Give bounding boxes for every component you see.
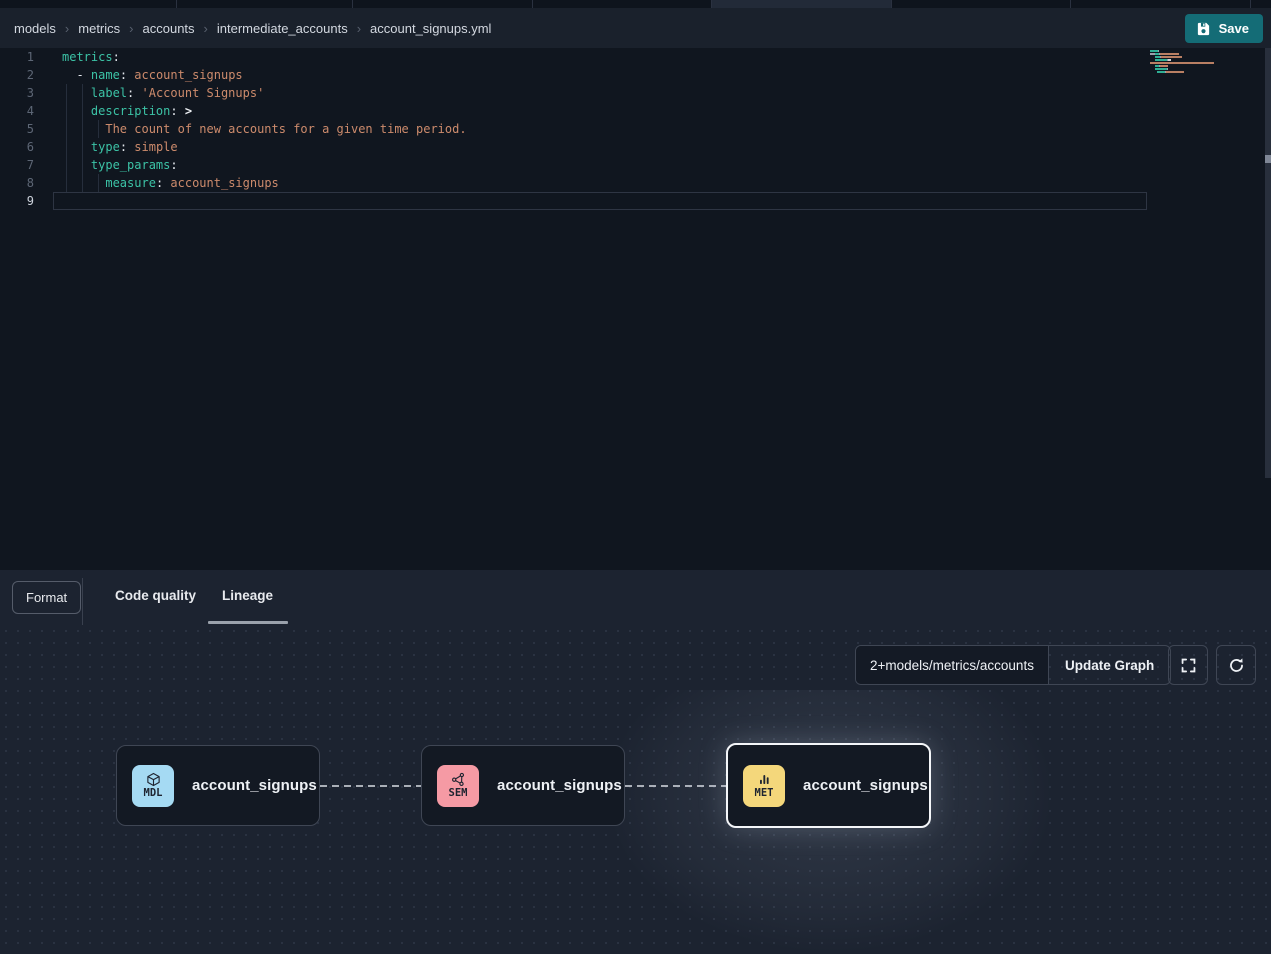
code-line[interactable]: measure: account_signups <box>62 174 467 192</box>
tab-code-quality[interactable]: Code quality <box>115 588 196 603</box>
line-number: 9 <box>0 192 34 210</box>
editor-tab[interactable] <box>353 0 533 8</box>
editor-tab[interactable] <box>892 0 1071 8</box>
lineage-selector-group: Update Graph <box>855 645 1171 685</box>
metric-badge-label: MET <box>755 788 774 799</box>
fullscreen-button[interactable] <box>1168 645 1208 685</box>
refresh-icon <box>1228 657 1245 674</box>
line-number: 8 <box>0 174 34 192</box>
minimap-content <box>1150 50 1262 76</box>
code-line[interactable]: - name: account_signups <box>62 66 467 84</box>
chevron-right-icon: › <box>357 21 361 36</box>
floppy-disk-icon <box>1196 21 1211 36</box>
lineage-selector-input[interactable] <box>856 646 1048 684</box>
indent-guide <box>98 174 99 192</box>
breadcrumb-item-intermediate-accounts[interactable]: intermediate_accounts <box>217 21 348 36</box>
line-number: 4 <box>0 102 34 120</box>
node-label: account_signups <box>192 777 317 794</box>
model-badge-label: MDL <box>144 788 163 799</box>
save-button-label: Save <box>1219 21 1249 36</box>
indent-guide <box>98 120 99 138</box>
editor-tab[interactable] <box>0 0 177 8</box>
lineage-node-metric-selected[interactable]: MET account_signups <box>726 743 931 828</box>
breadcrumb-bar: models › metrics › accounts › intermedia… <box>0 8 1271 48</box>
editor-tab-active[interactable] <box>712 0 892 8</box>
save-button[interactable]: Save <box>1185 14 1263 43</box>
active-tab-underline <box>208 621 288 624</box>
fullscreen-expand-icon <box>1180 657 1197 674</box>
metric-badge: MET <box>743 765 785 807</box>
indent-guide <box>82 84 83 192</box>
node-label: account_signups <box>497 777 622 794</box>
code-line[interactable]: description: > <box>62 102 467 120</box>
breadcrumb-item-accounts[interactable]: accounts <box>143 21 195 36</box>
editor-tab[interactable] <box>1071 0 1251 8</box>
editor-tab[interactable] <box>177 0 353 8</box>
node-label: account_signups <box>803 777 928 794</box>
breadcrumb-item-models[interactable]: models <box>14 21 56 36</box>
editor-tab-strip <box>0 0 1271 8</box>
tab-code-quality-label: Code quality <box>115 588 196 603</box>
share-network-icon <box>451 772 466 787</box>
panel-divider <box>82 578 83 625</box>
chevron-right-icon: › <box>204 21 208 36</box>
line-number: 7 <box>0 156 34 174</box>
chevron-right-icon: › <box>129 21 133 36</box>
tab-lineage-label: Lineage <box>222 588 273 603</box>
editor-gutter: 123456789 <box>0 48 53 210</box>
line-number: 2 <box>0 66 34 84</box>
format-button[interactable]: Format <box>12 581 81 614</box>
lineage-node-model[interactable]: MDL account_signups <box>116 745 320 826</box>
cube-icon <box>146 772 161 787</box>
bottom-panel: Format Code quality Lineage Update Graph <box>0 570 1271 954</box>
breadcrumb-item-metrics[interactable]: metrics <box>78 21 120 36</box>
line-number: 5 <box>0 120 34 138</box>
tab-lineage[interactable]: Lineage <box>222 588 273 603</box>
code-line[interactable]: The count of new accounts for a given ti… <box>62 120 467 138</box>
line-number: 1 <box>0 48 34 66</box>
update-graph-button[interactable]: Update Graph <box>1048 646 1170 684</box>
semantic-badge-label: SEM <box>449 788 468 799</box>
code-editor[interactable]: 123456789 metrics: - name: account_signu… <box>0 48 1271 570</box>
code-line[interactable]: metrics: <box>62 48 467 66</box>
semantic-badge: SEM <box>437 765 479 807</box>
code-line[interactable]: type: simple <box>62 138 467 156</box>
indent-guide <box>66 84 67 192</box>
chevron-right-icon: › <box>65 21 69 36</box>
refresh-button[interactable] <box>1216 645 1256 685</box>
editor-code[interactable]: metrics: - name: account_signups label: … <box>62 48 467 210</box>
line-number: 6 <box>0 138 34 156</box>
scrollbar-thumb[interactable] <box>1265 155 1271 163</box>
lineage-node-semantic-model[interactable]: SEM account_signups <box>421 745 625 826</box>
editor-scrollbar[interactable] <box>1265 48 1271 478</box>
editor-tab <box>1251 0 1271 8</box>
code-line[interactable]: label: 'Account Signups' <box>62 84 467 102</box>
minimap[interactable] <box>1150 50 1262 77</box>
line-number: 3 <box>0 84 34 102</box>
model-badge: MDL <box>132 765 174 807</box>
breadcrumb-item-file[interactable]: account_signups.yml <box>370 21 491 36</box>
bar-chart-icon <box>757 772 772 787</box>
code-line[interactable]: type_params: <box>62 156 467 174</box>
code-line[interactable] <box>62 192 467 210</box>
editor-tab[interactable] <box>533 0 712 8</box>
